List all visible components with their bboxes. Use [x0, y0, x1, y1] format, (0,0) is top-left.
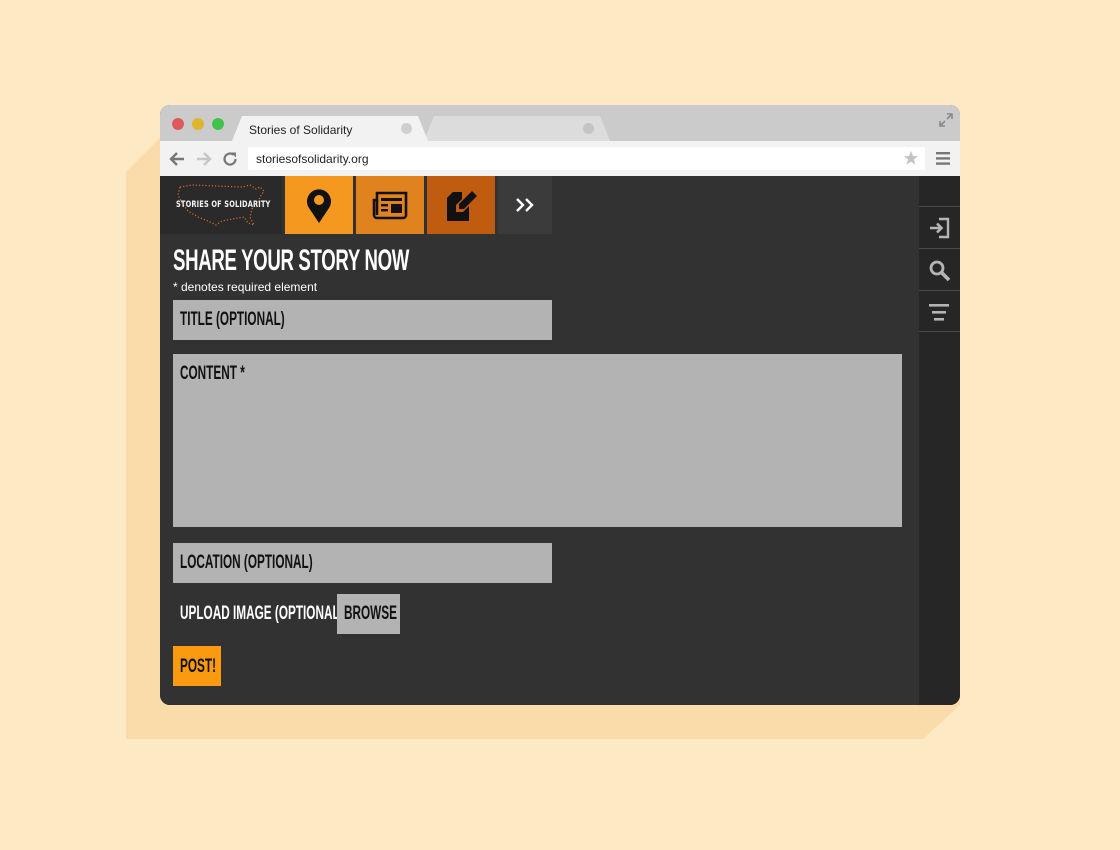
newspaper-icon: [372, 191, 408, 220]
site-logo[interactable]: STORIES OF SOLIDARITY: [160, 176, 282, 234]
login-button[interactable]: [919, 206, 960, 248]
tab-title: Stories of Solidarity: [249, 123, 353, 137]
title-input[interactable]: TITLE (OPTIONAL): [173, 300, 552, 340]
location-input[interactable]: LOCATION (OPTIONAL): [173, 543, 552, 583]
search-button[interactable]: [919, 248, 960, 290]
browser-tab-inactive[interactable]: [424, 116, 610, 141]
login-icon: [930, 217, 950, 239]
menu-button[interactable]: [919, 290, 960, 332]
close-window-button[interactable]: [172, 118, 184, 130]
back-arrow-icon[interactable]: [168, 150, 186, 168]
right-sidebar: [919, 176, 960, 705]
required-note: * denotes required element: [173, 280, 318, 294]
bookmark-star-icon[interactable]: [903, 150, 919, 166]
browse-button[interactable]: BROWSE: [337, 594, 400, 634]
page-content: STORIES OF SOLIDARITY SHARE YOUR STORY N…: [160, 176, 960, 705]
maximize-window-button[interactable]: [212, 118, 224, 130]
tab-close-icon[interactable]: [583, 123, 594, 134]
url-text: storiesofsolidarity.org: [256, 152, 369, 166]
browser-tab-active[interactable]: Stories of Solidarity: [232, 116, 428, 141]
logo-text: STORIES OF SOLIDARITY: [176, 200, 271, 210]
location-placeholder: LOCATION (OPTIONAL): [180, 552, 313, 573]
forward-arrow-icon[interactable]: [195, 150, 213, 168]
reload-icon[interactable]: [221, 150, 239, 168]
hamburger-menu-icon: [929, 304, 949, 321]
post-button-label: POST!: [180, 656, 216, 677]
tab-close-icon[interactable]: [401, 123, 412, 134]
map-nav-button[interactable]: [285, 176, 353, 234]
more-nav-button[interactable]: [498, 176, 552, 234]
address-bar[interactable]: storiesofsolidarity.org: [248, 147, 925, 170]
double-chevron-right-icon: [516, 198, 534, 212]
content-placeholder: CONTENT *: [180, 363, 245, 384]
title-bar: Stories of Solidarity: [160, 105, 960, 141]
write-pencil-icon: [447, 191, 477, 221]
news-nav-button[interactable]: [356, 176, 424, 234]
title-placeholder: TITLE (OPTIONAL): [180, 309, 285, 330]
browser-window: Stories of Solidarity storiesofsolidarit…: [160, 105, 960, 705]
page-title: SHARE YOUR STORY NOW: [173, 244, 409, 277]
write-story-nav-button[interactable]: [427, 176, 495, 234]
browser-menu-icon[interactable]: [936, 152, 950, 165]
browser-toolbar: storiesofsolidarity.org: [160, 141, 960, 176]
upload-image-label: UPLOAD IMAGE (OPTIONAL): [180, 603, 344, 624]
fullscreen-icon[interactable]: [938, 112, 954, 128]
sidebar-divider: [919, 331, 960, 332]
map-pin-icon: [307, 189, 331, 223]
browse-button-label: BROWSE: [344, 603, 398, 624]
post-button[interactable]: POST!: [173, 646, 221, 686]
minimize-window-button[interactable]: [192, 118, 204, 130]
search-icon: [929, 260, 951, 282]
content-textarea[interactable]: CONTENT *: [173, 354, 902, 527]
